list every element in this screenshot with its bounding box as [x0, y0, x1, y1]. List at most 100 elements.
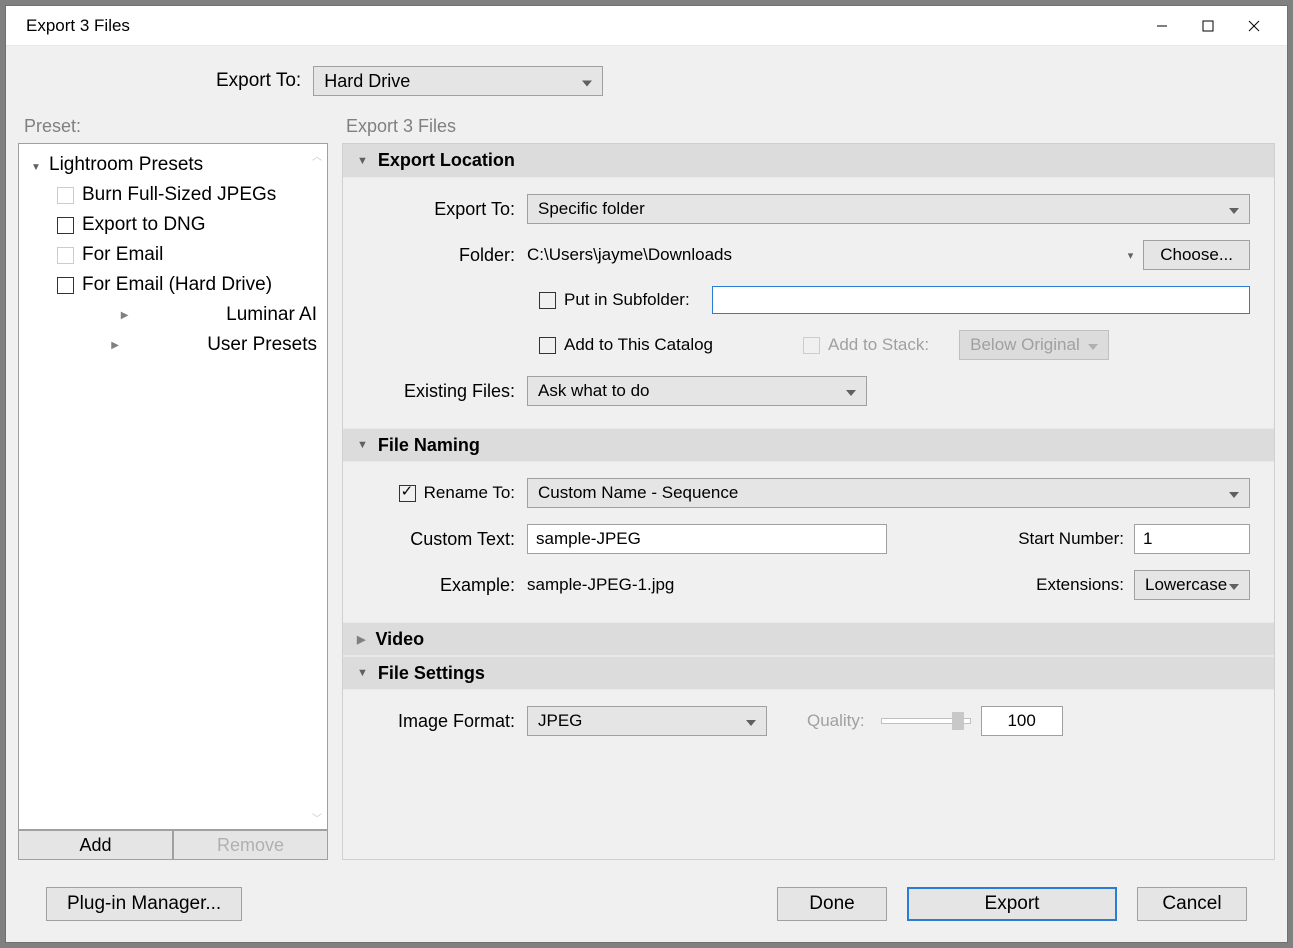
section-file-settings-header[interactable]: ▼ File Settings [343, 656, 1274, 690]
field-label: Existing Files: [367, 381, 527, 402]
image-format-select[interactable]: JPEG [527, 706, 767, 736]
section-export-location-header[interactable]: ▼ Export Location [343, 144, 1274, 178]
preset-item-label: Export to DNG [82, 214, 206, 236]
start-number-input[interactable] [1134, 524, 1250, 554]
done-button[interactable]: Done [777, 887, 887, 921]
chevron-down-icon: ▼ [357, 439, 368, 451]
plugin-manager-button[interactable]: Plug-in Manager... [46, 887, 242, 921]
rename-template-select[interactable]: Custom Name - Sequence [527, 478, 1250, 508]
chevron-right-icon: ▶ [357, 633, 365, 646]
field-label: Extensions: [1036, 575, 1124, 595]
chevron-down-icon [1088, 335, 1098, 355]
section-file-settings: Image Format: JPEG Quality: [343, 690, 1274, 740]
checkbox-icon[interactable] [57, 277, 74, 294]
stack-position-select: Below Original [959, 330, 1109, 360]
chevron-down-icon[interactable]: ▾ [1128, 249, 1134, 262]
example-value: sample-JPEG-1.jpg [527, 575, 674, 595]
chevron-down-icon [1229, 575, 1239, 595]
preset-group-label: User Presets [207, 334, 317, 356]
section-title: Export Location [378, 150, 515, 171]
chevron-down-icon [846, 381, 856, 401]
preset-item-label: Burn Full-Sized JPEGs [82, 184, 276, 206]
add-preset-button[interactable]: Add [18, 830, 173, 860]
put-in-subfolder-checkbox[interactable]: Put in Subfolder: [539, 290, 690, 310]
section-video-header[interactable]: ▶ Video [343, 622, 1274, 656]
checkbox-icon [539, 292, 556, 309]
preset-buttons: Add Remove [18, 830, 328, 860]
section-title: File Settings [378, 663, 485, 684]
extensions-select[interactable]: Lowercase [1134, 570, 1250, 600]
preset-item[interactable]: For Email [25, 240, 321, 270]
export-button[interactable]: Export [907, 887, 1117, 921]
preset-group-lightroom[interactable]: Lightroom Presets [25, 150, 321, 180]
field-label: Export To: [367, 199, 527, 220]
preset-item-label: For Email [82, 244, 163, 266]
field-label: Example: [367, 575, 527, 596]
export-to-select[interactable]: Hard Drive [313, 66, 603, 96]
existing-files-select[interactable]: Ask what to do [527, 376, 867, 406]
window-controls [1139, 10, 1277, 42]
rename-to-checkbox[interactable]: Rename To: [367, 483, 527, 503]
preset-item-label: For Email (Hard Drive) [82, 274, 272, 296]
chevron-down-icon [1229, 483, 1239, 503]
checkbox-icon [803, 337, 820, 354]
cancel-button[interactable]: Cancel [1137, 887, 1247, 921]
settings-scroll[interactable]: ▼ Export Location Export To: Specific fo… [342, 143, 1275, 860]
export-to-label: Export To: [216, 70, 301, 92]
preset-group-user[interactable]: User Presets [25, 330, 321, 360]
window-title: Export 3 Files [26, 16, 1139, 36]
chevron-right-icon [29, 310, 220, 321]
preset-item[interactable]: For Email (Hard Drive) [25, 270, 321, 300]
chevron-right-icon [29, 340, 201, 351]
chevron-down-icon [1229, 199, 1239, 219]
export-to-top-row: Export To: Hard Drive [6, 46, 1287, 116]
chevron-down-icon [746, 711, 756, 731]
section-file-naming-header[interactable]: ▼ File Naming [343, 428, 1274, 462]
field-label: Start Number: [1018, 529, 1124, 549]
titlebar: Export 3 Files [6, 6, 1287, 46]
preset-item[interactable]: Burn Full-Sized JPEGs [25, 180, 321, 210]
choose-folder-button[interactable]: Choose... [1143, 240, 1250, 270]
add-to-stack-checkbox: Add to Stack: [803, 335, 929, 355]
field-label: Folder: [367, 245, 527, 266]
section-file-naming: Rename To: Custom Name - Sequence Custom… [343, 462, 1274, 622]
preset-group-label: Lightroom Presets [49, 154, 203, 176]
chevron-down-icon [582, 71, 592, 92]
checkbox-icon[interactable] [57, 187, 74, 204]
checkbox-checked-icon [399, 485, 416, 502]
section-title: Video [375, 629, 424, 650]
remove-preset-button[interactable]: Remove [173, 830, 328, 860]
preset-item[interactable]: Export to DNG [25, 210, 321, 240]
section-export-location: Export To: Specific folder Folder: C:\Us… [343, 178, 1274, 428]
checkbox-icon[interactable] [57, 217, 74, 234]
field-label: Image Format: [367, 711, 527, 732]
quality-input[interactable] [981, 706, 1063, 736]
checkbox-icon [539, 337, 556, 354]
add-to-catalog-checkbox[interactable]: Add to This Catalog [539, 335, 713, 355]
export-to-value: Hard Drive [324, 71, 410, 92]
preset-panel: Preset: Lightroom Presets Burn Full-Size… [18, 116, 328, 860]
minimize-button[interactable] [1139, 10, 1185, 42]
preset-group-label: Luminar AI [226, 304, 317, 326]
mid-area: Preset: Lightroom Presets Burn Full-Size… [6, 116, 1287, 860]
preset-group-luminar[interactable]: Luminar AI [25, 300, 321, 330]
export-dialog: Export 3 Files Export To: Hard Drive Pre… [5, 5, 1288, 943]
chevron-down-icon [29, 154, 43, 176]
quality-slider[interactable] [881, 718, 971, 724]
maximize-button[interactable] [1185, 10, 1231, 42]
export-to-folder-select[interactable]: Specific folder [527, 194, 1250, 224]
quality-label: Quality: [807, 711, 865, 731]
folder-path: C:\Users\jayme\Downloads [527, 245, 732, 265]
chevron-down-icon: ▼ [357, 155, 368, 167]
chevron-down-icon: ▼ [357, 667, 368, 679]
custom-text-input[interactable] [527, 524, 887, 554]
dialog-content: Export To: Hard Drive Preset: Lightroom … [6, 46, 1287, 942]
preset-list[interactable]: Lightroom Presets Burn Full-Sized JPEGs … [18, 143, 328, 830]
close-button[interactable] [1231, 10, 1277, 42]
subfolder-input[interactable] [712, 286, 1250, 314]
checkbox-icon[interactable] [57, 247, 74, 264]
settings-panel: Export 3 Files ▼ Export Location Export … [342, 116, 1275, 860]
footer-bar: Plug-in Manager... Done Export Cancel [6, 860, 1287, 930]
section-title: File Naming [378, 435, 480, 456]
right-label: Export 3 Files [342, 116, 1275, 137]
